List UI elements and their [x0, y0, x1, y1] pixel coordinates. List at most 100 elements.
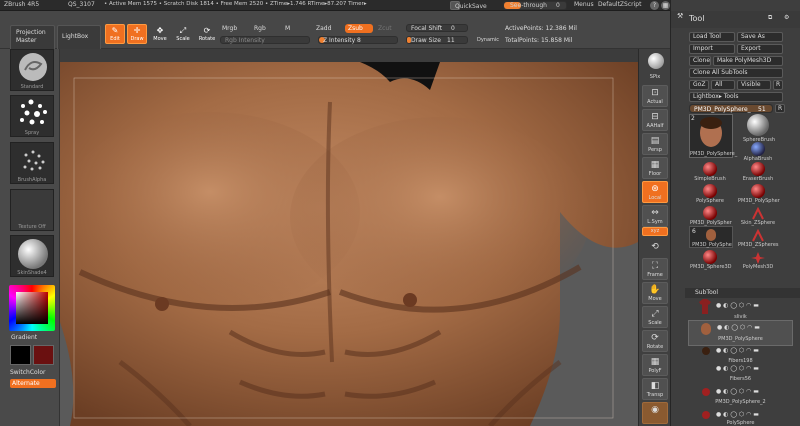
tool-pm3d-polysphere-b[interactable]: PM3D_PolySpher — [690, 206, 732, 226]
rotate-view-button[interactable]: ⟳ Rotate — [642, 330, 668, 352]
default-zscript[interactable]: DefaultZScript — [598, 2, 641, 8]
brush-thumbnail[interactable]: Standard — [10, 49, 54, 91]
switch-color-button[interactable]: SwitchColor — [10, 370, 46, 376]
tool-alpha-brush[interactable]: AlphaBrush — [744, 142, 772, 162]
color-picker[interactable] — [9, 285, 55, 331]
spix-slider[interactable]: SPix — [642, 71, 668, 83]
rotate-view-label: Rotate — [646, 344, 664, 350]
subtool-header-label: SubTool — [695, 289, 719, 296]
tool-pm3d-polysphere-a[interactable]: PM3D_PolySpher — [738, 184, 780, 204]
save-as-button[interactable]: Save As — [737, 32, 783, 42]
load-tool-button[interactable]: Load Tool — [689, 32, 735, 42]
menus-toggle[interactable]: Menus — [574, 2, 594, 8]
polymesh-star-icon — [751, 252, 765, 264]
tool-polysphere[interactable]: PolySphere — [696, 184, 724, 204]
ghost-button[interactable]: ◉ — [642, 402, 668, 424]
zsub-button[interactable]: Zsub — [345, 24, 373, 33]
current-tool-name: PM3D_PolySphere_ — [694, 105, 751, 113]
goz-visible-button[interactable]: Visible — [737, 80, 771, 90]
clone-button[interactable]: Clone — [689, 56, 711, 66]
subtool-name-2: Fibers198 — [728, 358, 753, 364]
clone-all-subtools-button[interactable]: Clone All SubTools — [689, 68, 783, 78]
tool-r-button[interactable]: R — [775, 104, 785, 113]
import-button[interactable]: Import — [689, 44, 735, 54]
tool-pm3d-zspheres[interactable]: PM3D_ZSpheres — [738, 228, 779, 248]
z-intensity-slider[interactable]: Z Intensity 8 — [318, 36, 398, 44]
make-polymesh-button[interactable]: Make PolyMesh3D — [713, 56, 783, 66]
actual-button[interactable]: ⊡ Actual — [642, 85, 668, 107]
dynamic-toggle[interactable]: Dynamic — [477, 38, 499, 43]
floor-button[interactable]: ▦ Floor — [642, 157, 668, 179]
goz-visible-label: Visible — [741, 81, 761, 88]
zcut-button[interactable]: Zcut — [378, 26, 392, 32]
draw-mode-button[interactable]: ✛ Draw — [127, 24, 147, 44]
focal-shift-slider[interactable]: Focal Shift 0 — [406, 24, 468, 32]
aahalf-button[interactable]: ⊟ AAHalf — [642, 109, 668, 131]
subtool-toggles-icon[interactable]: ● ◐ ◯ ⬡ ◠ ▬ — [716, 303, 759, 309]
export-button[interactable]: Export — [737, 44, 783, 54]
polyf-button[interactable]: ▦ PolyF — [642, 354, 668, 376]
alternate-toggle[interactable]: Alternate — [10, 379, 56, 388]
xyz-button[interactable]: xyz — [642, 227, 668, 236]
tool-polymesh3d[interactable]: PolyMesh3D — [743, 250, 773, 270]
tool-simple-brush[interactable]: SimpleBrush — [694, 162, 726, 182]
scale-icon: ⤢ — [179, 26, 187, 35]
zadd-button[interactable]: Zadd — [316, 26, 331, 32]
tool-eraser-brush[interactable]: EraserBrush — [743, 162, 773, 182]
material-thumbnail[interactable]: SkinShade4 — [10, 235, 54, 277]
current-tool-slider[interactable]: PM3D_PolySphere_ 51 — [689, 104, 773, 113]
document-canvas[interactable] — [60, 62, 638, 426]
mrgb-button[interactable]: Mrgb — [222, 26, 237, 32]
draw-size-slider[interactable]: Draw Size 11 — [406, 36, 468, 44]
rgb-intensity-slider[interactable]: Rgb Intensity — [220, 36, 310, 44]
local-button[interactable]: ⊛ Local — [642, 181, 668, 203]
subtool-toggles-icon-5[interactable]: ● ◐ ◯ ⬡ ◠ ▬ — [716, 412, 759, 418]
tool-thumb-head[interactable]: PM3D_PolySphere_ — [689, 114, 737, 158]
quicksave-button[interactable]: QuickSave — [450, 1, 487, 10]
lightbox-tools-button[interactable]: Lightbox▸ Tools — [689, 92, 783, 102]
move-view-button[interactable]: ✋ Move — [642, 282, 668, 304]
bpr-button[interactable] — [642, 51, 668, 73]
tool-sphere-brush[interactable]: SphereBrush — [743, 114, 775, 143]
palette-settings-icon[interactable]: ⚙ — [784, 15, 789, 21]
rotate-mode-button[interactable]: ⟳ Rotate — [197, 24, 217, 44]
transp-button[interactable]: ◧ Transp — [642, 378, 668, 400]
palette-popup-icon[interactable]: ⧉ — [768, 15, 772, 21]
goz-all-button[interactable]: All — [711, 80, 735, 90]
alpha-thumbnail[interactable]: BrushAlpha — [10, 142, 54, 184]
help-icon[interactable]: ? — [650, 1, 659, 10]
move-mode-button[interactable]: ✥ Move — [150, 24, 170, 44]
gradient-label[interactable]: Gradient — [11, 335, 37, 341]
lsym-button[interactable]: ⇔ L.Sym — [642, 205, 668, 227]
layout-icon[interactable]: ▦ — [661, 1, 670, 10]
tool-pm3d-polysphe-head[interactable]: 6 PM3D_PolySphe — [689, 226, 733, 248]
edit-mode-button[interactable]: ✎ Edit — [105, 24, 125, 44]
frame-button[interactable]: ⛶ Frame — [642, 258, 668, 280]
tool-pm3d-sphere3d[interactable]: PM3D_Sphere3D — [690, 250, 732, 270]
subtool-header[interactable]: SubTool — [685, 288, 800, 298]
subtool-toggles-icon-2[interactable]: ● ◐ ◯ ⬡ ◠ ▬ — [716, 348, 759, 354]
total-points: TotalPoints: 15.858 Mil — [505, 37, 573, 44]
saturation-square[interactable] — [16, 292, 48, 324]
m-button[interactable]: M — [285, 26, 290, 32]
subtool-row-5[interactable]: ● ◐ ◯ ⬡ ◠ ▬ PolySphere — [688, 408, 793, 426]
goz-r-button[interactable]: R — [773, 80, 783, 90]
goz-button[interactable]: GoZ — [689, 80, 709, 90]
subtool-row-1-active[interactable]: ● ◐ ◯ ⬡ ◠ ▬ PM3D_PolySphere — [688, 320, 793, 346]
tool-skin-zsphere[interactable]: Skin_ZSphere — [741, 206, 775, 226]
stroke-thumbnail[interactable]: Spray — [10, 95, 54, 137]
scale-view-button[interactable]: ⤢ Scale — [642, 306, 668, 328]
texture-thumbnail[interactable]: Texture Off — [10, 189, 54, 231]
secondary-color-swatch[interactable] — [33, 345, 54, 365]
scale-mode-button[interactable]: ⤢ Scale — [173, 24, 193, 44]
clone-label: Clone — [693, 57, 711, 64]
rotate-axis-icons[interactable]: ⟲ — [642, 239, 668, 253]
subtool-toggles-icon-4[interactable]: ● ◐ ◯ ⬡ ◠ ▬ — [716, 389, 759, 395]
subtool-toggles-icon-3[interactable]: ● ◐ ◯ ⬡ ◠ ▬ — [716, 366, 759, 372]
persp-button[interactable]: ▤ Persp — [642, 133, 668, 155]
main-color-swatch[interactable] — [10, 345, 31, 365]
frame-label: Frame — [647, 272, 663, 278]
rgb-button[interactable]: Rgb — [254, 26, 266, 32]
see-through-slider[interactable]: See-through 0 — [503, 1, 567, 10]
subtool-toggles-icon-1[interactable]: ● ◐ ◯ ⬡ ◠ ▬ — [717, 325, 760, 331]
